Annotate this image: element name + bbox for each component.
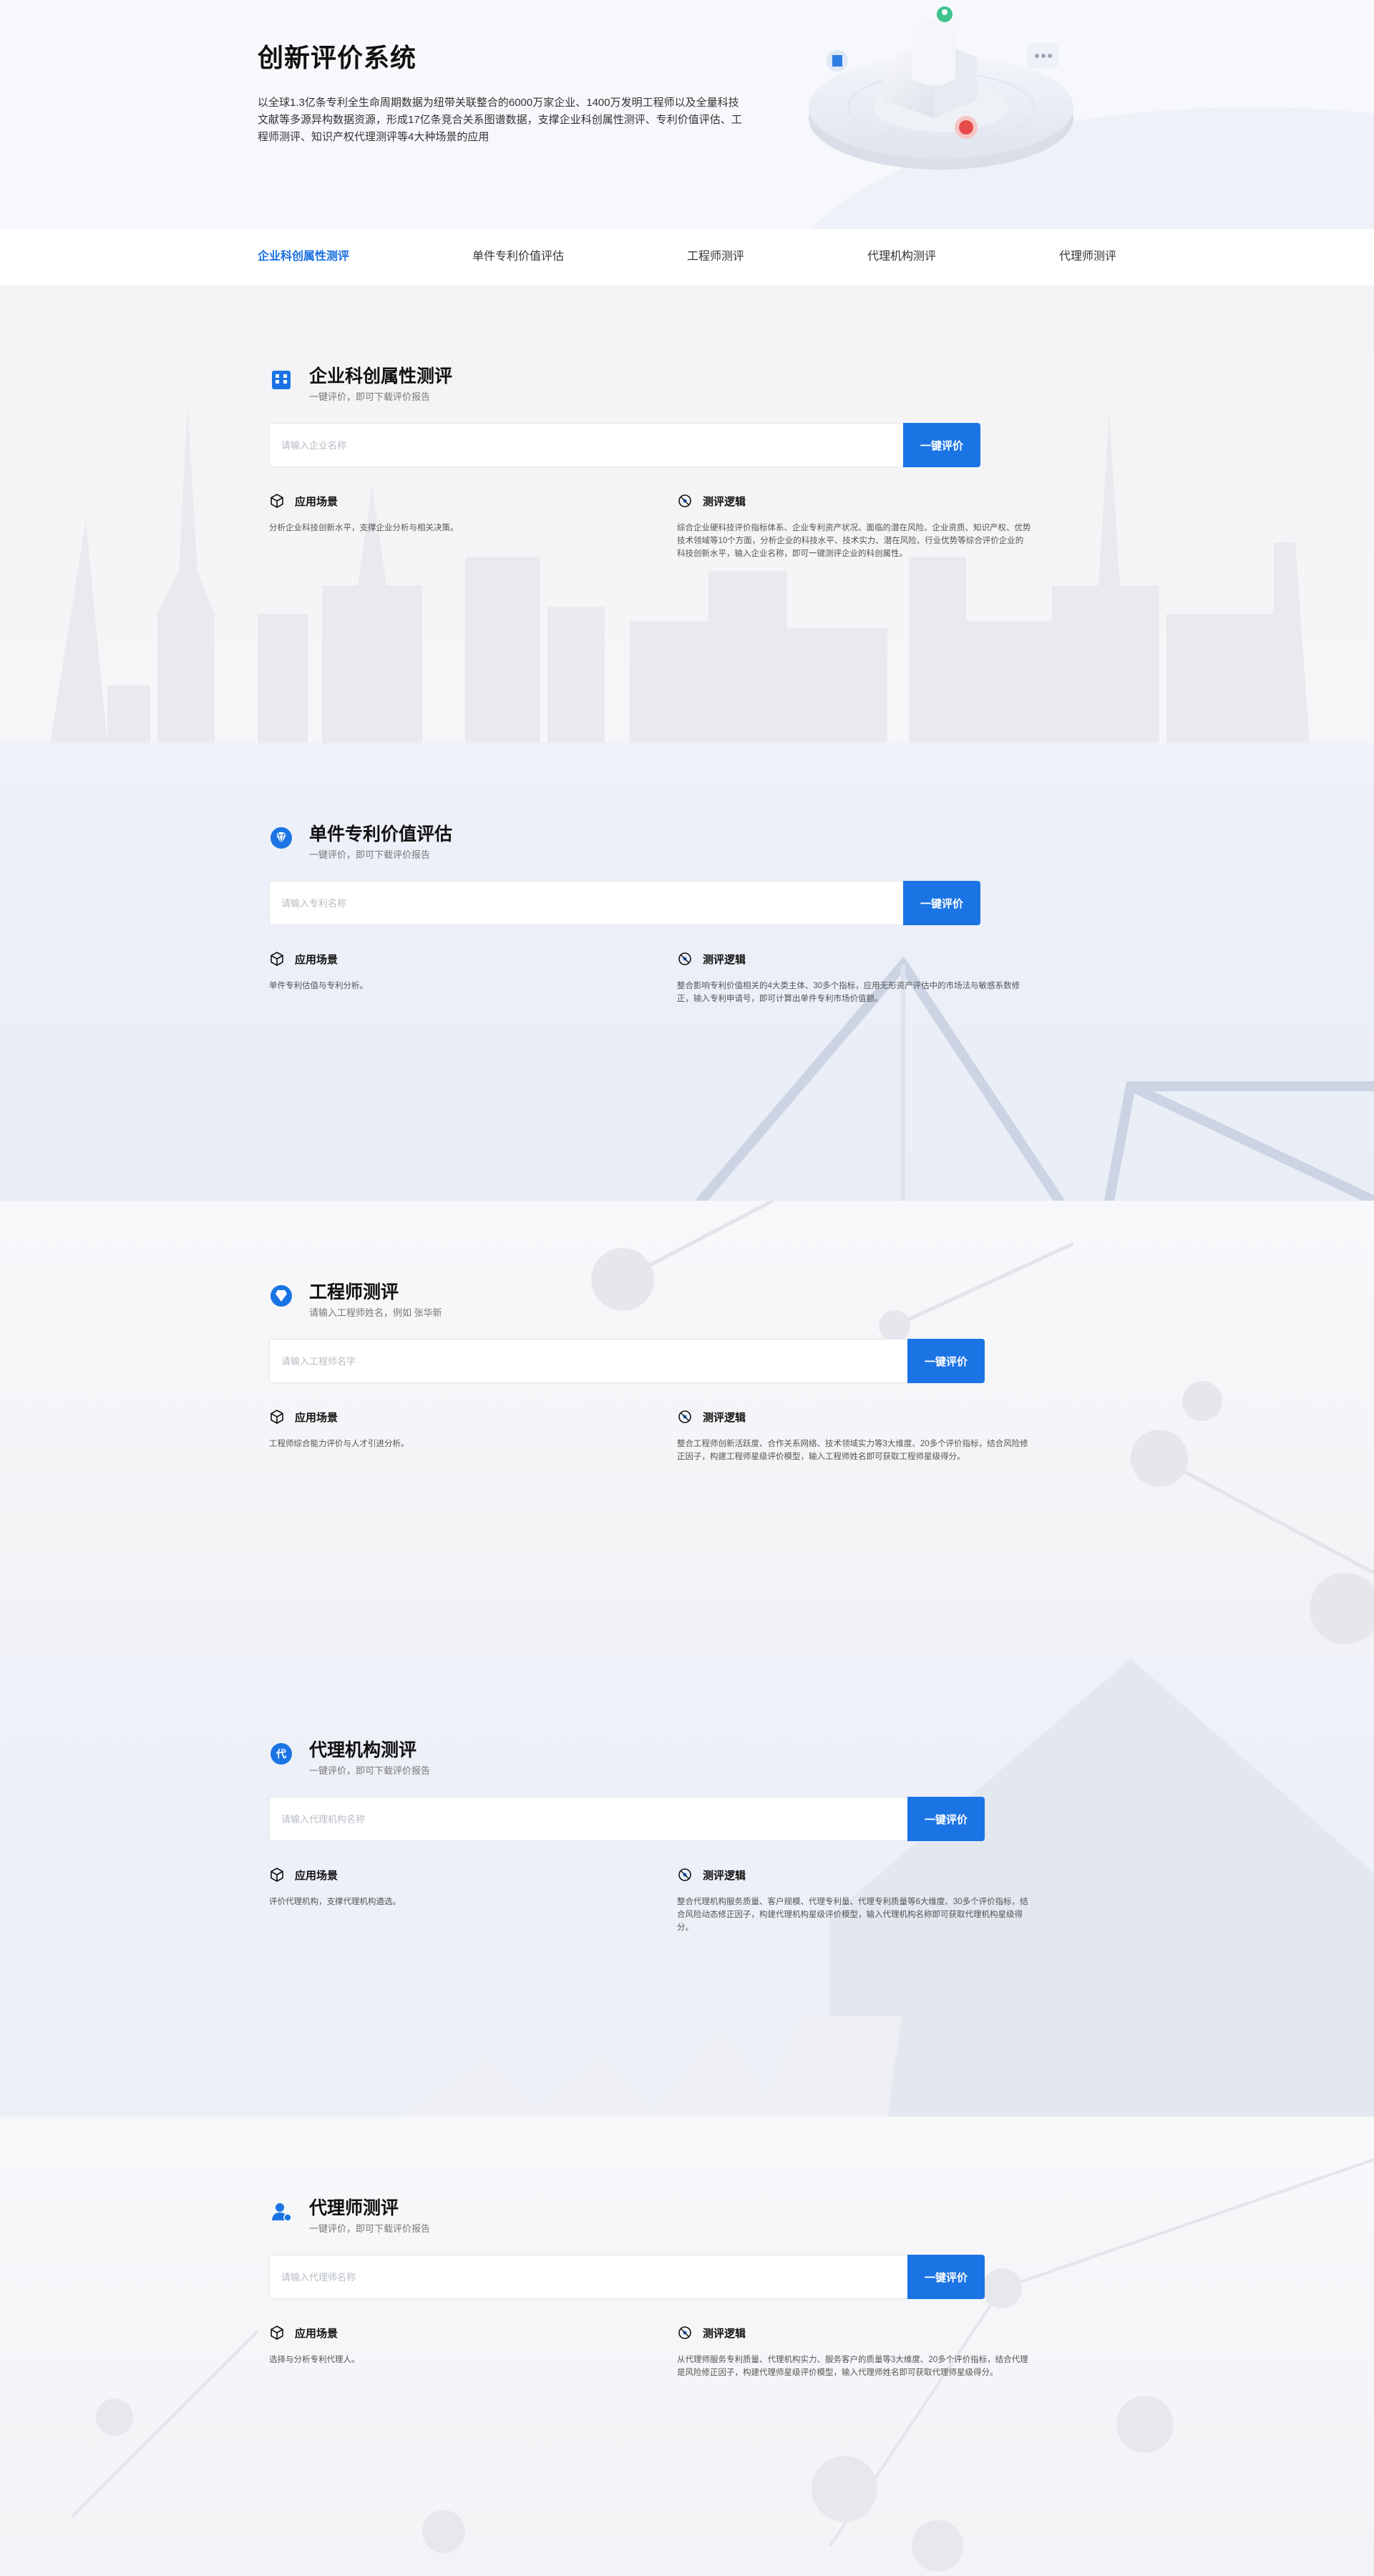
patent-name-input[interactable] [269, 881, 903, 925]
scene-title: 应用场景 [295, 495, 338, 508]
section-title: 代理师测评 [309, 2198, 399, 2218]
section-title: 企业科创属性测评 [309, 366, 453, 386]
tab-agent[interactable]: 代理师测评 [1059, 229, 1116, 285]
logic-title: 测评逻辑 [703, 2327, 746, 2340]
search-bar: 一键评价 [269, 1339, 985, 1383]
section-title: 工程师测评 [309, 1282, 399, 1302]
section-subtitle: 一键评价，即可下载评价报告 [309, 391, 431, 402]
diamond-icon [271, 827, 292, 849]
agent-name-input[interactable] [269, 2255, 907, 2299]
logic-network-icon [678, 1410, 691, 1423]
section-subtitle: 一键评价，即可下载评价报告 [309, 849, 431, 860]
section-title: 单件专利价值评估 [309, 824, 453, 844]
section-subtitle: 一键评价，即可下载评价报告 [309, 1765, 431, 1776]
scene-text: 评价代理机构，支撑代理机构遴选。 [269, 1898, 401, 1906]
scene-title: 应用场景 [295, 1869, 338, 1882]
logic-text: 整合工程师创新活跃度、合作关系网络、技术领域实力等3大维度、20多个评价指标，结… [677, 1440, 1028, 1461]
search-bar: 一键评价 [269, 423, 980, 467]
search-bar: 一键评价 [269, 1797, 985, 1841]
cube-icon [271, 1868, 283, 1882]
cube-icon [271, 494, 283, 508]
evaluate-button[interactable]: 一键评价 [907, 1339, 985, 1383]
logic-text: 从代理师服务专利质量、代理机构实力、服务客户的质量等3大维度、20多个评价指标，… [677, 2356, 1028, 2377]
section-agent: 代理师测评 一键评价，即可下载评价报告 一键评价 应用场景 选择与分析专利代理人… [0, 2117, 1374, 2576]
section-subtitle: 一键评价，即可下载评价报告 [309, 2223, 431, 2234]
section-subtitle: 请输入工程师姓名，例如 张华新 [309, 1307, 442, 1318]
logic-title: 测评逻辑 [703, 953, 746, 966]
scene-text: 工程师综合能力评价与人才引进分析。 [269, 1440, 409, 1448]
logic-title: 测评逻辑 [703, 495, 746, 508]
section-patent-value: 单件专利价值评估 一键评价，即可下载评价报告 一键评价 应用场景 单件专利估值与… [0, 743, 1374, 1201]
evaluate-button[interactable]: 一键评价 [907, 1797, 985, 1841]
patent-panel: 单件专利价值评估 一键评价，即可下载评价报告 一键评价 应用场景 单件专利估值与… [269, 823, 1035, 1005]
scene-column: 应用场景 工程师综合能力评价与人才引进分析。 [269, 1409, 677, 1463]
agent-panel: 代理师测评 一键评价，即可下载评价报告 一键评价 应用场景 选择与分析专利代理人… [269, 2197, 1035, 2379]
logic-text: 整合影响专利价值相关的4大类主体、30多个指标，应用无形资产评估中的市场法与敏感… [677, 982, 1020, 1003]
tab-engineer[interactable]: 工程师测评 [687, 229, 744, 285]
enterprise-panel: 企业科创属性测评 一键评价，即可下载评价报告 一键评价 应用场景 分析企业科技创… [269, 365, 1035, 560]
user-gear-icon [272, 2203, 292, 2222]
logic-column: 测评逻辑 整合代理机构服务质量、客户规模、代理专利量、代理专利质量等6大维度、3… [677, 1867, 1035, 1934]
scene-text: 分析企业科技创新水平，支撑企业分析与相关决策。 [269, 524, 459, 532]
section-engineer: 工程师测评 请输入工程师姓名，例如 张华新 一键评价 应用场景 工程师综合能力评… [0, 1201, 1374, 1659]
scene-column: 应用场景 分析企业科技创新水平，支撑企业分析与相关决策。 [269, 493, 677, 560]
platform-illustration [809, 6, 1073, 170]
scene-column: 应用场景 单件专利估值与专利分析。 [269, 951, 677, 1005]
section-agency: 代 代理机构测评 一键评价，即可下载评价报告 一键评价 应用场景 评价代理机构，… [0, 1659, 1374, 2117]
section-enterprise: 企业科创属性测评 一键评价，即可下载评价报告 一键评价 应用场景 分析企业科技创… [0, 285, 1374, 743]
scene-title: 应用场景 [295, 1411, 338, 1424]
agency-icon: 代 [271, 1743, 292, 1765]
tab-enterprise[interactable]: 企业科创属性测评 [258, 229, 349, 285]
agency-name-input[interactable] [269, 1797, 907, 1841]
tab-agency[interactable]: 代理机构测评 [867, 229, 936, 285]
hero-banner: 创新评价系统 以全球1.3亿条专利全生命周期数据为纽带关联整合的6000万家企业… [0, 0, 1374, 229]
building-icon [272, 371, 291, 389]
section-title: 代理机构测评 [309, 1740, 417, 1760]
scene-title: 应用场景 [295, 2327, 338, 2340]
category-tabs: 企业科创属性测评 单件专利价值评估 工程师测评 代理机构测评 代理师测评 [0, 229, 1374, 285]
scene-column: 应用场景 评价代理机构，支撑代理机构遴选。 [269, 1867, 677, 1934]
engineer-panel: 工程师测评 请输入工程师姓名，例如 张华新 一键评价 应用场景 工程师综合能力评… [269, 1281, 1035, 1463]
logic-network-icon [678, 2326, 691, 2339]
logic-network-icon [678, 494, 691, 507]
logic-column: 测评逻辑 整合影响专利价值相关的4大类主体、30多个指标，应用无形资产评估中的市… [677, 951, 1035, 1005]
logic-network-icon [678, 1868, 691, 1881]
gem-icon [271, 1285, 292, 1307]
logic-column: 测评逻辑 从代理师服务专利质量、代理机构实力、服务客户的质量等3大维度、20多个… [677, 2325, 1035, 2379]
logic-title: 测评逻辑 [703, 1869, 746, 1882]
logic-title: 测评逻辑 [703, 1411, 746, 1424]
search-bar: 一键评价 [269, 881, 980, 925]
logic-text: 综合企业硬科技评价指标体系、企业专利资产状况、面临的潜在风险、企业资质、知识产权… [677, 524, 1031, 558]
evaluate-button[interactable]: 一键评价 [903, 881, 980, 925]
evaluate-button[interactable]: 一键评价 [907, 2255, 985, 2299]
logic-network-icon [678, 952, 691, 965]
enterprise-name-input[interactable] [269, 423, 903, 467]
hero-text: 创新评价系统 以全球1.3亿条专利全生命周期数据为纽带关联整合的6000万家企业… [258, 37, 744, 146]
agency-panel: 代 代理机构测评 一键评价，即可下载评价报告 一键评价 应用场景 评价代理机构，… [269, 1739, 1035, 1934]
search-bar: 一键评价 [269, 2255, 985, 2299]
scene-title: 应用场景 [295, 953, 338, 966]
page-title: 创新评价系统 [258, 43, 417, 72]
tab-patent-value[interactable]: 单件专利价值评估 [472, 229, 564, 285]
logic-column: 测评逻辑 整合工程师创新活跃度、合作关系网络、技术领域实力等3大维度、20多个评… [677, 1409, 1035, 1463]
evaluate-button[interactable]: 一键评价 [903, 423, 980, 467]
svg-text:代: 代 [276, 1748, 286, 1760]
hero-description: 以全球1.3亿条专利全生命周期数据为纽带关联整合的6000万家企业、1400万发… [258, 97, 742, 143]
logic-text: 整合代理机构服务质量、客户规模、代理专利量、代理专利质量等6大维度、30多个评价… [677, 1898, 1028, 1932]
cube-icon [271, 1410, 283, 1424]
scene-column: 应用场景 选择与分析专利代理人。 [269, 2325, 677, 2379]
logic-column: 测评逻辑 综合企业硬科技评价指标体系、企业专利资产状况、面临的潜在风险、企业资质… [677, 493, 1035, 560]
scene-text: 单件专利估值与专利分析。 [269, 982, 368, 990]
cube-icon [271, 952, 283, 966]
cube-icon [271, 2326, 283, 2340]
engineer-name-input[interactable] [269, 1339, 907, 1383]
scene-text: 选择与分析专利代理人。 [269, 2356, 360, 2364]
